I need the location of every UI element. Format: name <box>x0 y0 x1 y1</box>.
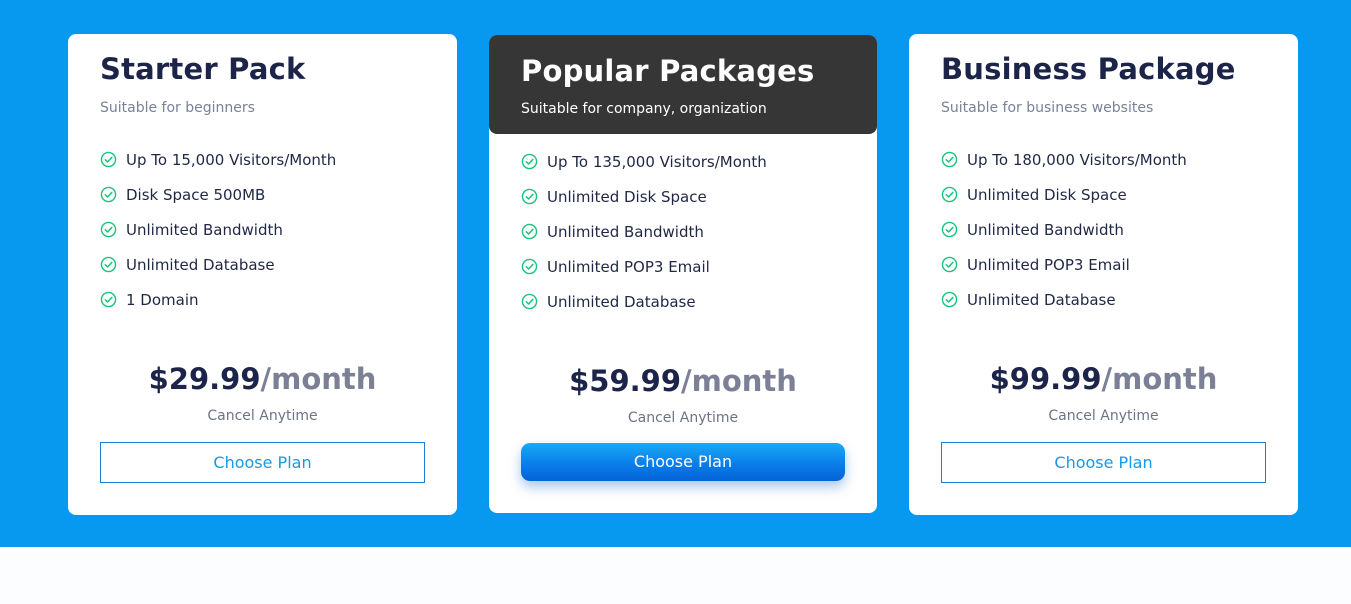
choose-plan-button[interactable]: Choose Plan <box>100 442 425 483</box>
feature-list: Up To 15,000 Visitors/Month Disk Space 5… <box>100 142 336 317</box>
check-circle-icon <box>521 293 538 310</box>
feature-label: Up To 135,000 Visitors/Month <box>547 152 767 171</box>
feature-label: Unlimited POP3 Email <box>967 255 1130 274</box>
feature-item: Disk Space 500MB <box>100 177 336 212</box>
feature-label: Unlimited Disk Space <box>967 185 1127 204</box>
cancel-note: Cancel Anytime <box>207 408 318 424</box>
check-circle-icon <box>521 223 538 240</box>
cancel-note: Cancel Anytime <box>627 410 739 426</box>
check-circle-icon <box>100 151 117 168</box>
price: $59.99/month <box>489 364 877 398</box>
choose-plan-button[interactable]: Choose Plan <box>941 442 1266 483</box>
check-circle-icon <box>941 151 958 168</box>
check-circle-icon <box>941 256 958 273</box>
plan-title: Business Package <box>941 52 1236 86</box>
feature-label: Unlimited Bandwidth <box>547 222 704 241</box>
check-circle-icon <box>941 186 958 203</box>
feature-item: Up To 135,000 Visitors/Month <box>521 144 767 179</box>
feature-label: Unlimited Bandwidth <box>967 220 1124 239</box>
plan-subtitle: Suitable for business websites <box>941 100 1154 116</box>
feature-item: Unlimited Bandwidth <box>941 212 1187 247</box>
cancel-note: Cancel Anytime <box>1048 408 1159 424</box>
feature-item: Up To 180,000 Visitors/Month <box>941 142 1187 177</box>
feature-list: Up To 135,000 Visitors/Month Unlimited D… <box>521 144 767 319</box>
feature-label: Disk Space 500MB <box>126 185 266 204</box>
check-circle-icon <box>521 153 538 170</box>
feature-item: 1 Domain <box>100 282 336 317</box>
choose-plan-button[interactable]: Choose Plan <box>521 443 845 481</box>
price-period: /month <box>1101 362 1218 396</box>
check-circle-icon <box>100 256 117 273</box>
feature-label: Unlimited Database <box>967 290 1116 309</box>
feature-list: Up To 180,000 Visitors/Month Unlimited D… <box>941 142 1187 317</box>
pricing-card-starter: Starter Pack Suitable for beginners Up T… <box>68 34 457 515</box>
feature-label: Up To 15,000 Visitors/Month <box>126 150 337 169</box>
price: $29.99/month <box>68 362 457 396</box>
check-circle-icon <box>100 221 117 238</box>
feature-item: Unlimited POP3 Email <box>941 247 1187 282</box>
price: $99.99/month <box>909 362 1298 396</box>
feature-label: 1 Domain <box>126 290 199 309</box>
feature-label: Up To 180,000 Visitors/Month <box>967 150 1187 169</box>
feature-label: Unlimited Database <box>126 255 275 274</box>
plan-title: Starter Pack <box>100 52 306 86</box>
feature-item: Unlimited Bandwidth <box>521 214 767 249</box>
price-amount: $99.99 <box>989 362 1102 396</box>
plan-title: Popular Packages <box>521 54 815 88</box>
check-circle-icon <box>521 188 538 205</box>
feature-item: Unlimited POP3 Email <box>521 249 767 284</box>
feature-item: Unlimited Database <box>941 282 1187 317</box>
feature-label: Unlimited Database <box>547 292 696 311</box>
feature-item: Unlimited Database <box>100 247 336 282</box>
price-period: /month <box>260 362 377 396</box>
feature-item: Up To 15,000 Visitors/Month <box>100 142 336 177</box>
price-amount: $59.99 <box>569 364 682 398</box>
price-period: /month <box>681 364 797 398</box>
feature-item: Unlimited Database <box>521 284 767 319</box>
pricing-card-popular: Popular Packages Suitable for company, o… <box>489 35 877 513</box>
check-circle-icon <box>941 291 958 308</box>
feature-label: Unlimited POP3 Email <box>547 257 710 276</box>
plan-subtitle: Suitable for company, organization <box>521 101 767 117</box>
page-footer-area <box>0 547 1351 604</box>
feature-label: Unlimited Disk Space <box>547 187 707 206</box>
feature-item: Unlimited Bandwidth <box>100 212 336 247</box>
check-circle-icon <box>521 258 538 275</box>
feature-item: Unlimited Disk Space <box>941 177 1187 212</box>
check-circle-icon <box>100 186 117 203</box>
feature-item: Unlimited Disk Space <box>521 179 767 214</box>
check-circle-icon <box>100 291 117 308</box>
price-amount: $29.99 <box>148 362 261 396</box>
pricing-card-business: Business Package Suitable for business w… <box>909 34 1298 515</box>
plan-subtitle: Suitable for beginners <box>100 100 255 116</box>
check-circle-icon <box>941 221 958 238</box>
feature-label: Unlimited Bandwidth <box>126 220 283 239</box>
